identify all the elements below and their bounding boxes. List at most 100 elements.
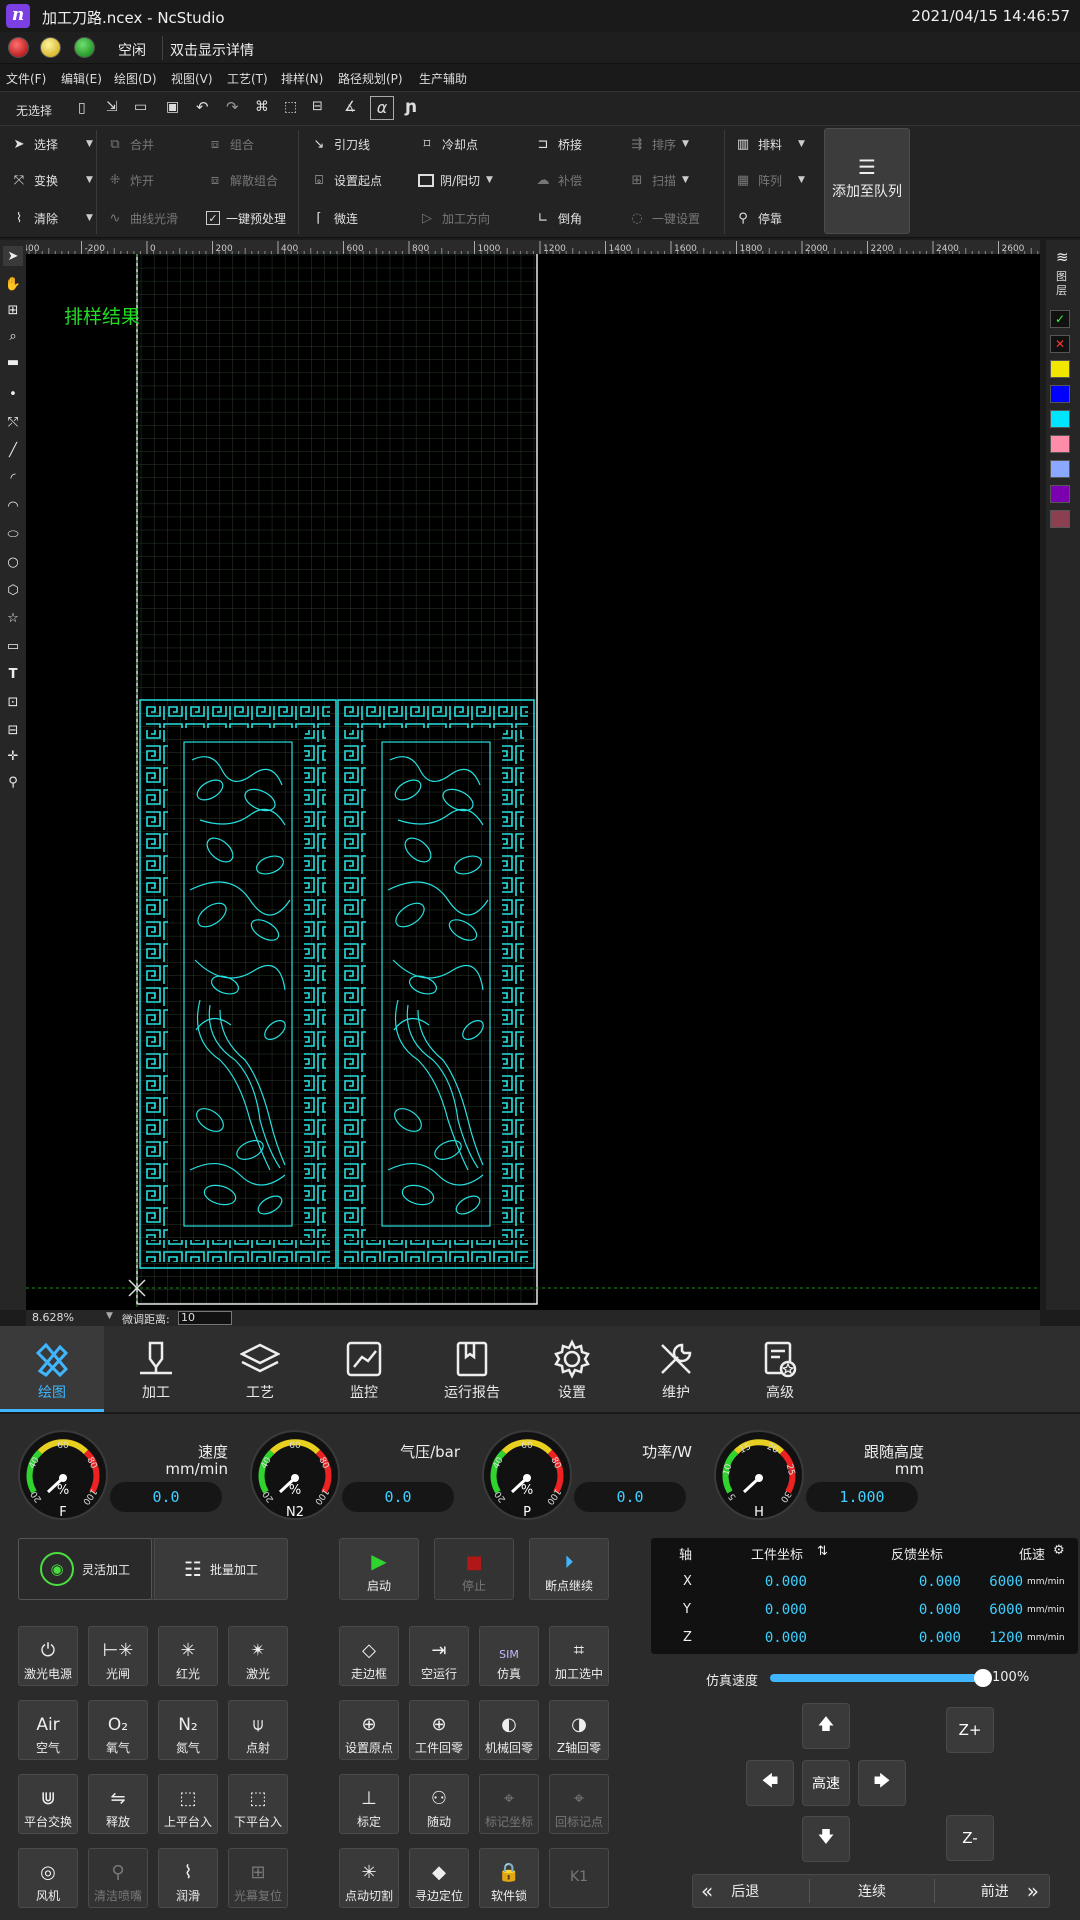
- axis-speed-value[interactable]: 1200: [973, 1630, 1023, 1646]
- undo-icon[interactable]: ↶: [196, 98, 209, 116]
- save-icon[interactable]: ▣: [166, 99, 179, 115]
- redo-icon[interactable]: ↷: [226, 98, 239, 116]
- fine-tune-input[interactable]: 10: [178, 1311, 232, 1325]
- oxygen-button[interactable]: O₂ 氧气: [88, 1700, 148, 1760]
- forward-button[interactable]: 前进»: [935, 1875, 1049, 1907]
- explode-tool[interactable]: ⁜ 炸开: [106, 168, 154, 192]
- layer-color-swatch[interactable]: [1050, 435, 1070, 453]
- tab-advanced[interactable]: 高级: [728, 1326, 832, 1412]
- bridge-tool[interactable]: ⊐ 桥接: [534, 132, 582, 156]
- polyline-icon[interactable]: ⤲: [3, 412, 23, 432]
- sort-tool[interactable]: ⇶ 排序 ▼: [628, 132, 689, 156]
- dry-run-button[interactable]: ⇥ 空运行: [409, 1626, 469, 1686]
- release-button[interactable]: ⇋ 释放: [88, 1774, 148, 1834]
- ungroup-tool[interactable]: ⧈ 解散组合: [206, 168, 278, 192]
- spot-shot-button[interactable]: ⍦ 点射: [228, 1700, 288, 1760]
- tab-run-report[interactable]: 运行报告: [416, 1326, 528, 1412]
- scan-tool[interactable]: ⊞ 扫描 ▼: [628, 168, 689, 192]
- chamfer-tool[interactable]: ∟ 倒角: [534, 206, 582, 230]
- red-light-button[interactable]: ✳ 红光: [158, 1626, 218, 1686]
- continuous-button[interactable]: 连续: [810, 1875, 934, 1907]
- z-minus-button[interactable]: Z-: [946, 1815, 994, 1861]
- micro-joint-tool[interactable]: ⌈ 微连: [310, 206, 358, 230]
- follow-button[interactable]: ⚇ 随动: [409, 1774, 469, 1834]
- measure-icon[interactable]: ▬: [3, 352, 23, 372]
- one-click-settings[interactable]: ◌ 一键设置: [628, 206, 700, 230]
- layer-color-swatch[interactable]: [1050, 385, 1070, 403]
- menu-process[interactable]: 工艺(T): [227, 70, 268, 87]
- jog-cut-button[interactable]: ✳ 点动切割: [339, 1848, 399, 1908]
- star-icon[interactable]: ☆: [3, 608, 23, 628]
- cooling-point-tool[interactable]: ⌑ 冷却点: [418, 132, 478, 156]
- edge-find-button[interactable]: ◆ 寻边定位: [409, 1848, 469, 1908]
- group-tool[interactable]: ⧈ 组合: [206, 132, 254, 156]
- cut-selected-button[interactable]: ⌗ 加工选中: [549, 1626, 609, 1686]
- start-button[interactable]: ▶ 启动: [339, 1538, 419, 1600]
- add-to-queue-button[interactable]: ☰ 添加至队列: [824, 128, 910, 234]
- resume-button[interactable]: ⏵ 断点继续: [529, 1538, 609, 1600]
- platform-exchange-button[interactable]: ⋓ 平台交换: [18, 1774, 78, 1834]
- set-start-tool[interactable]: ⌻ 设置起点: [310, 168, 382, 192]
- z-zero-button[interactable]: ◑ Z轴回零: [549, 1700, 609, 1760]
- tab-machining[interactable]: 加工: [104, 1326, 208, 1412]
- merge-tool[interactable]: ⧉ 合并: [106, 132, 154, 156]
- axis-speed-value[interactable]: 6000: [973, 1602, 1023, 1618]
- tab-maintenance[interactable]: 维护: [624, 1326, 728, 1412]
- nesting-tool[interactable]: ▥ 排料 ▼: [734, 132, 805, 156]
- polygon-icon[interactable]: ⬡: [3, 580, 23, 600]
- select-tool[interactable]: ➤ 选择 ▼: [10, 132, 93, 156]
- layer-color-swatch[interactable]: [1050, 510, 1070, 528]
- lead-line-tool[interactable]: ↘ 引刀线: [310, 132, 370, 156]
- tab-monitor[interactable]: 监控: [312, 1326, 416, 1412]
- frame-icon[interactable]: ⊟: [3, 720, 23, 740]
- pointer-icon[interactable]: ➤: [3, 246, 23, 266]
- image-icon[interactable]: ⊡: [3, 692, 23, 712]
- import-icon[interactable]: ⇲: [106, 99, 118, 115]
- path-n-icon[interactable]: ɲ: [405, 97, 417, 117]
- jog-up-button[interactable]: 🡅: [802, 1703, 850, 1749]
- set-origin-button[interactable]: ⊕ 设置原点: [339, 1700, 399, 1760]
- zoom-fit-icon[interactable]: ⊞: [3, 300, 23, 320]
- return-mark-button[interactable]: ⌖ 回标记点: [549, 1774, 609, 1834]
- zoom-icon[interactable]: ⌕: [3, 326, 23, 346]
- sim-speed-knob[interactable]: [974, 1669, 992, 1687]
- arc2-icon[interactable]: ◠: [3, 496, 23, 516]
- menu-nesting[interactable]: 排样(N): [281, 70, 323, 87]
- axis-speed-value[interactable]: 6000: [973, 1574, 1023, 1590]
- layer-color-swatch[interactable]: [1050, 460, 1070, 478]
- jog-right-button[interactable]: 🡆: [858, 1760, 906, 1806]
- lubricate-button[interactable]: ⌇ 润滑: [158, 1848, 218, 1908]
- tab-settings[interactable]: 设置: [520, 1326, 624, 1412]
- light-curtain-button[interactable]: ⊞ 光幕复位: [228, 1848, 288, 1908]
- calibrate-button[interactable]: ⊥ 标定: [339, 1774, 399, 1834]
- menu-production[interactable]: 生产辅助: [419, 70, 467, 87]
- lock-button[interactable]: 🔒 软件锁: [479, 1848, 539, 1908]
- sync-icon[interactable]: ⇅: [817, 1544, 828, 1559]
- tab-drawing[interactable]: 绘图: [0, 1326, 104, 1412]
- flex-machining-button[interactable]: ◉ 灵活加工: [18, 1538, 152, 1600]
- layers-icon[interactable]: ≋: [1056, 248, 1069, 266]
- yin-yang-cut-tool[interactable]: 阴/阳切 ▼: [418, 168, 493, 192]
- machine-zero-button[interactable]: ◐ 机械回零: [479, 1700, 539, 1760]
- layer-color-swatch[interactable]: [1050, 485, 1070, 503]
- menu-edit[interactable]: 编辑(E): [61, 70, 102, 87]
- smooth-curve-tool[interactable]: ∿ 曲线光滑: [106, 206, 178, 230]
- crosshair-icon[interactable]: ✛: [3, 746, 23, 766]
- line-icon[interactable]: ╱: [3, 440, 23, 460]
- arc-icon[interactable]: ◜: [3, 468, 23, 488]
- ellipse-icon[interactable]: ⬭: [3, 524, 23, 544]
- fine-tune-dropdown-icon[interactable]: ▼: [106, 1311, 113, 1321]
- path-alpha-icon[interactable]: α: [370, 96, 394, 120]
- compensation-tool[interactable]: ☁ 补偿: [534, 168, 583, 192]
- menu-view[interactable]: 视图(V): [171, 70, 213, 87]
- transform-tool[interactable]: ⤧ 变换 ▼: [10, 168, 93, 192]
- menu-file[interactable]: 文件(F): [6, 70, 46, 87]
- power-button[interactable]: ⏻ 激光电源: [18, 1626, 78, 1686]
- lower-platform-button[interactable]: ⬚ 下平台入: [228, 1774, 288, 1834]
- laser-burst-button[interactable]: ✴ 激光: [228, 1626, 288, 1686]
- pan-hand-icon[interactable]: ✋: [3, 274, 23, 294]
- mark-coord-button[interactable]: ⌖ 标记坐标: [479, 1774, 539, 1834]
- layer-color-swatch[interactable]: [1050, 360, 1070, 378]
- layer-hidden-toggle[interactable]: ✕: [1050, 335, 1070, 353]
- rectangle-icon[interactable]: ▭: [3, 636, 23, 656]
